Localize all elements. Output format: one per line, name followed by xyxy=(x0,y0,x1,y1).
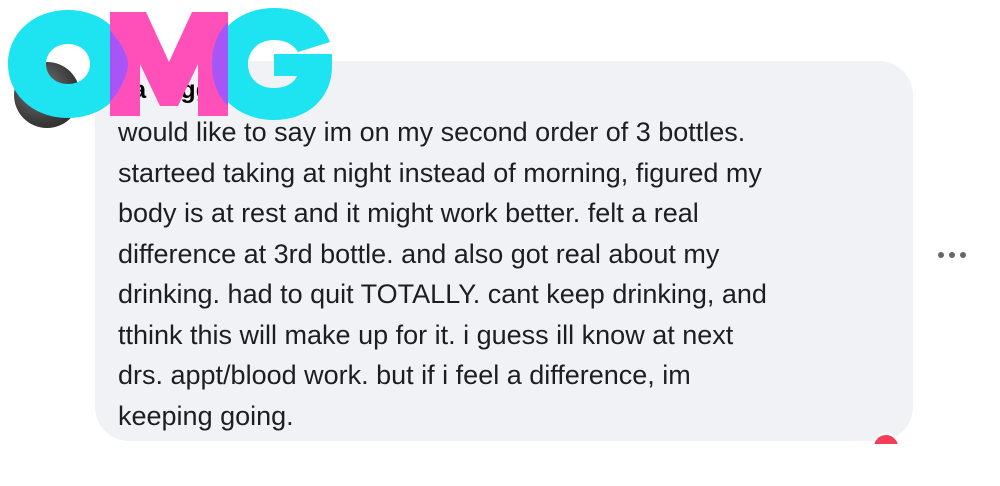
comment-line: starteed taking at night instead of morn… xyxy=(118,157,762,188)
reaction-icon[interactable] xyxy=(870,430,900,444)
omg-letter-g xyxy=(212,8,332,120)
comment-line: tthink this will make up for it. i guess… xyxy=(118,319,734,350)
comment-text: would like to say im on my second order … xyxy=(118,112,898,436)
omg-sticker xyxy=(6,2,336,122)
comment-line: drs. appt/blood work. but if i feel a di… xyxy=(118,360,691,390)
more-horizontal-icon[interactable] xyxy=(930,240,974,270)
more-dot xyxy=(938,252,944,258)
more-dot xyxy=(949,252,955,258)
comment-line: difference at 3rd bottle. and also got r… xyxy=(118,238,720,269)
comment-line: body is at rest and it might work better… xyxy=(118,198,699,228)
comment-screenshot: l a wiggins would like to say im on my s… xyxy=(0,0,1000,486)
more-dot xyxy=(960,252,966,258)
comment-line: keeping going. xyxy=(118,400,294,431)
comment-line: drinking. had to quit TOTALLY. cant keep… xyxy=(118,279,767,309)
omg-sticker-graphic xyxy=(8,8,332,120)
